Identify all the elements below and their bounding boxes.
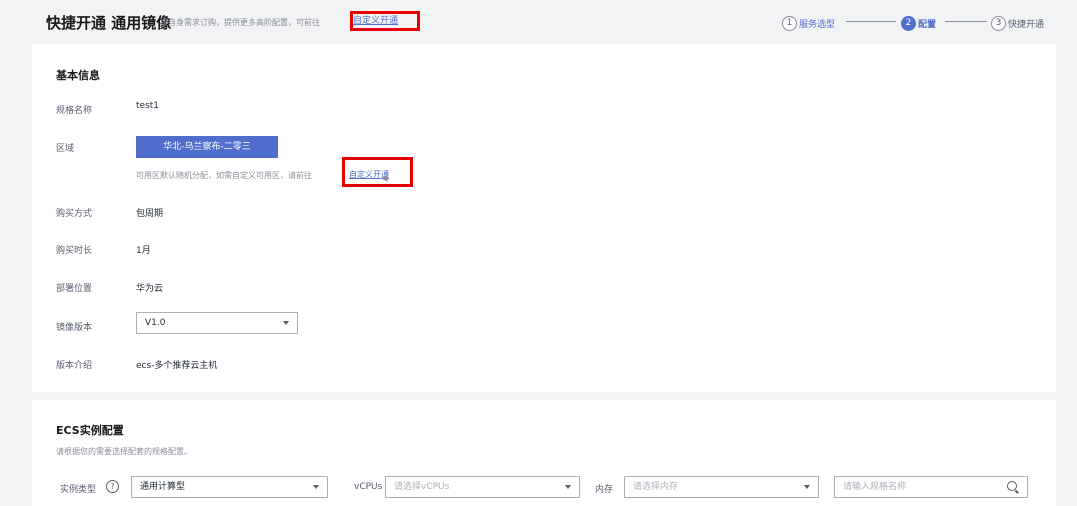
vcpus-select[interactable]: 请选择vCPUs: [385, 476, 580, 498]
custom-open-link-text[interactable]: 自定义开通: [353, 16, 398, 26]
region-button[interactable]: 华北-乌兰察布-二零三: [136, 136, 278, 158]
version-desc-label: 版本介绍: [56, 361, 93, 371]
chevron-down-icon: [804, 485, 810, 489]
memory-placeholder: 请选择内存: [633, 482, 679, 492]
step-connector-1: [846, 21, 896, 22]
step-3-number: 3: [991, 16, 1006, 31]
memory-select[interactable]: 请选择内存: [624, 476, 819, 498]
instance-type-select[interactable]: 通用计算型: [131, 476, 328, 498]
purchase-mode-value: 包周期: [136, 209, 164, 219]
step-3: 3: [991, 14, 1006, 31]
page-subtitle: 按自身需求订购，提供更多高阶配置，可前往: [160, 18, 320, 27]
chevron-down-icon: [283, 321, 289, 325]
step-1-label[interactable]: 服务选型: [799, 17, 835, 30]
location-value: 华为云: [136, 284, 164, 294]
image-version-label: 镜像版本: [56, 323, 93, 333]
spec-name-label: 规格名称: [56, 106, 93, 116]
step-2-number: 2: [901, 16, 916, 31]
region-hint: 可用区默认随机分配，如需自定义可用区，请前往: [136, 171, 312, 180]
step-1-number: 1: [782, 16, 797, 31]
image-version-value: V1.0: [145, 318, 166, 328]
version-desc-value: ecs-多个推荐云主机: [136, 361, 218, 371]
ecs-config-title: ECS实例配置: [56, 424, 124, 437]
basic-info-card: [32, 44, 1056, 392]
ecs-config-desc: 请根据您的需要选择配套的规格配置。: [56, 447, 192, 456]
step-1[interactable]: 1: [782, 14, 797, 31]
basic-info-title: 基本信息: [56, 69, 100, 82]
step-connector-2: [945, 21, 987, 22]
memory-label: 内存: [595, 485, 614, 495]
step-2-label: 配置: [918, 20, 937, 30]
spec-search-input[interactable]: 请输入规格名称: [834, 476, 1028, 498]
instance-type-value: 通用计算型: [140, 482, 186, 492]
spec-name-value: test1: [136, 101, 160, 111]
chevron-down-icon: [565, 485, 571, 489]
page-title: 快捷开通 通用镜像: [46, 14, 172, 32]
step-2: 2: [901, 14, 916, 31]
search-icon[interactable]: [1007, 481, 1017, 491]
spec-search-placeholder: 请输入规格名称: [843, 482, 907, 492]
duration-label: 购买时长: [56, 246, 93, 256]
chevron-down-icon: [313, 485, 319, 489]
step-3-label: 快捷开通: [1008, 20, 1045, 30]
region-label: 区域: [56, 144, 75, 154]
vcpus-placeholder: 请选择vCPUs: [394, 482, 450, 492]
duration-value: 1月: [136, 246, 151, 256]
image-version-select[interactable]: V1.0: [136, 312, 298, 334]
vcpus-label: vCPUs: [354, 482, 383, 492]
purchase-mode-label: 购买方式: [56, 209, 93, 219]
instance-type-label: 实例类型: [60, 485, 97, 495]
custom-open-link-top[interactable]: 自定义开通: [350, 11, 420, 31]
location-label: 部署位置: [56, 284, 93, 294]
help-icon[interactable]: ?: [106, 480, 119, 493]
